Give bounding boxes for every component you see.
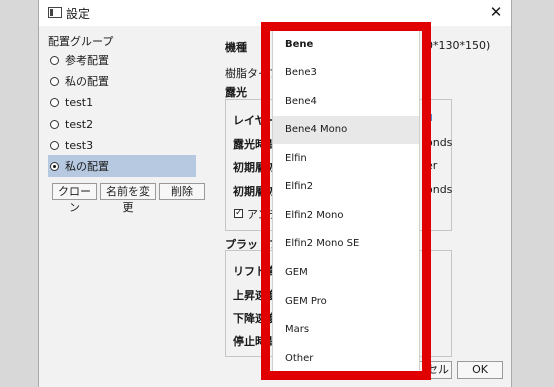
model-value: 0*130*150) bbox=[426, 39, 491, 52]
radio-checked-icon bbox=[50, 161, 59, 171]
config-item-test1[interactable]: test1 bbox=[50, 93, 93, 111]
radio-icon bbox=[50, 55, 59, 65]
dialog-title: 設定 bbox=[66, 7, 91, 21]
radio-icon bbox=[50, 97, 59, 107]
exposure-time-unit: onds bbox=[426, 136, 453, 149]
dropdown-option-bene4[interactable]: Bene4 bbox=[273, 88, 419, 116]
close-button[interactable]: ✕ bbox=[487, 2, 505, 22]
config-item-label: 参考配置 bbox=[65, 54, 109, 67]
stop-time-label: 停止時間 bbox=[233, 335, 277, 348]
initial-layer-unit-2: onds bbox=[426, 183, 453, 196]
dropdown-option-bene3[interactable]: Bene3 bbox=[273, 59, 419, 87]
config-group-title: 配置グループ bbox=[48, 35, 114, 48]
config-item-label: test2 bbox=[65, 117, 94, 131]
dropdown-option-bene4-mono[interactable]: Bene4 Mono bbox=[273, 116, 419, 144]
exposure-label: 露光 bbox=[225, 86, 247, 99]
rename-button[interactable]: 名前を変更 bbox=[100, 183, 156, 214]
dropdown-option-gem-pro[interactable]: GEM Pro bbox=[273, 288, 419, 316]
slider-indicator bbox=[428, 114, 432, 121]
config-item-test3[interactable]: test3 bbox=[50, 136, 93, 154]
ok-button[interactable]: OK bbox=[457, 361, 503, 379]
radio-icon bbox=[50, 140, 59, 150]
model-dropdown-list[interactable]: Bene Bene3 Bene4 Bene4 Mono Elfin Elfin2… bbox=[272, 28, 420, 375]
dropdown-option-elfin2-mono[interactable]: Elfin2 Mono bbox=[273, 202, 419, 230]
config-item-label: 私の配置 bbox=[65, 160, 109, 173]
clone-button[interactable]: クローン bbox=[52, 183, 97, 214]
dropdown-option-elfin2-mono-se[interactable]: Elfin2 Mono SE bbox=[273, 230, 419, 258]
config-item-my-config[interactable]: 私の配置 bbox=[50, 72, 109, 90]
title-bar: 設定 ✕ bbox=[39, 0, 511, 26]
rise-speed-label: 上昇速度 bbox=[233, 289, 277, 302]
initial-layer-unit-1: er bbox=[426, 159, 438, 172]
config-item-test2[interactable]: test2 bbox=[50, 115, 93, 133]
radio-icon bbox=[50, 119, 59, 129]
dropdown-option-elfin[interactable]: Elfin bbox=[273, 145, 419, 173]
exposure-time-label: 露光時間 bbox=[233, 138, 277, 151]
config-item-label: 私の配置 bbox=[65, 75, 109, 88]
config-item-label: test3 bbox=[65, 138, 94, 152]
fall-speed-label: 下降速度 bbox=[233, 312, 277, 325]
dropdown-option-elfin2[interactable]: Elfin2 bbox=[273, 173, 419, 201]
radio-icon bbox=[50, 76, 59, 86]
antialias-checkbox[interactable]: ✓ bbox=[234, 209, 243, 218]
delete-button[interactable]: 削除 bbox=[159, 183, 205, 200]
config-item-my-config-selected[interactable]: 私の配置 bbox=[48, 155, 196, 177]
initial-layer-label-2: 初期層の bbox=[233, 185, 277, 198]
model-label: 機種 bbox=[225, 41, 247, 54]
initial-layer-label-1: 初期層の bbox=[233, 161, 277, 174]
config-item-reference[interactable]: 参考配置 bbox=[50, 51, 109, 69]
config-item-label: test1 bbox=[65, 95, 94, 109]
cancel-button[interactable]: セル bbox=[417, 361, 452, 379]
dropdown-option-bene[interactable]: Bene bbox=[273, 31, 419, 59]
dropdown-option-other[interactable]: Other bbox=[273, 345, 419, 373]
dropdown-option-gem[interactable]: GEM bbox=[273, 259, 419, 287]
app-icon bbox=[48, 7, 62, 18]
dropdown-option-mars[interactable]: Mars bbox=[273, 316, 419, 344]
